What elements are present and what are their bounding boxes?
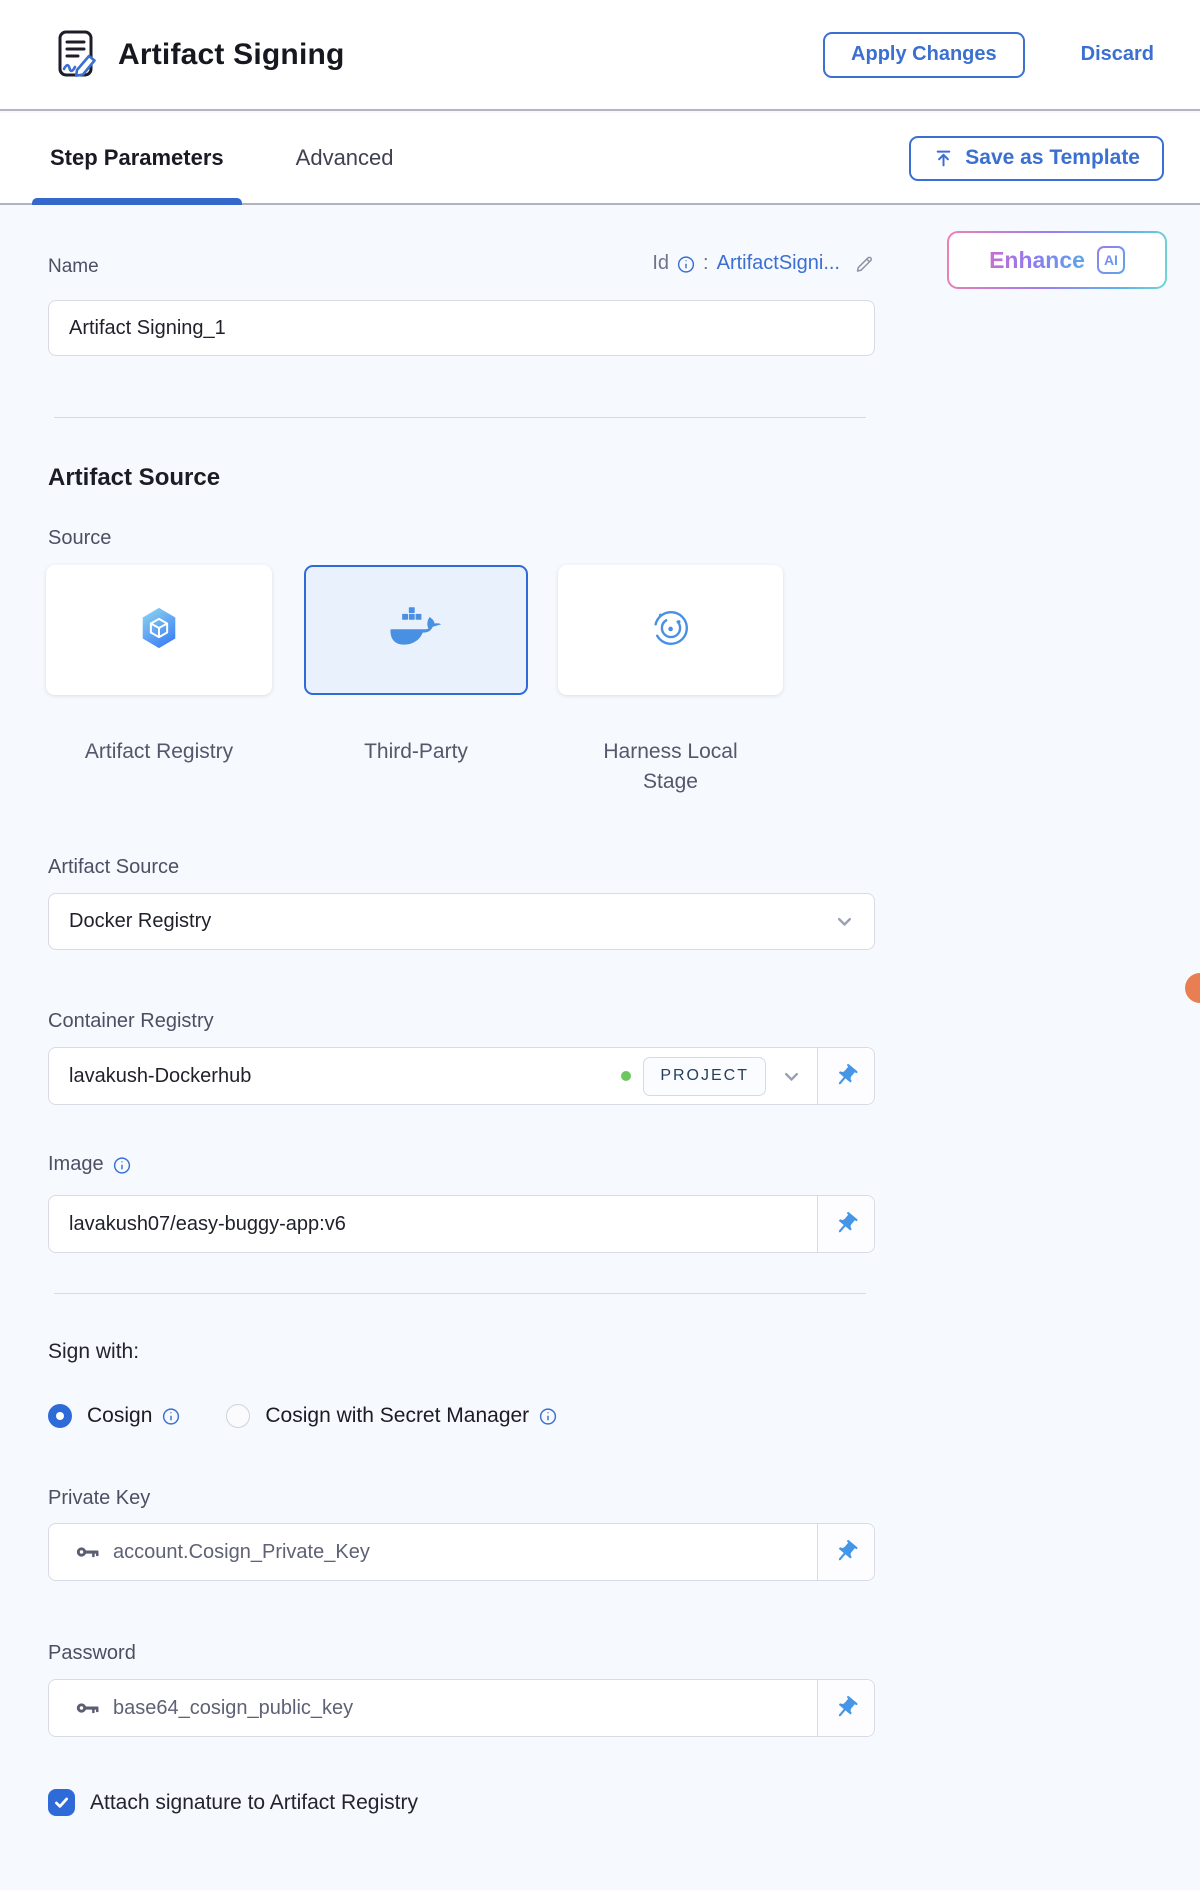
key-icon <box>75 1539 101 1565</box>
name-label: Name <box>48 256 99 278</box>
ai-badge-label: AI <box>1104 252 1118 268</box>
ai-badge-icon: AI <box>1097 246 1125 274</box>
chevron-down-icon <box>835 912 854 931</box>
image-field-group: lavakush07/easy-buggy-app:v6 <box>48 1195 875 1253</box>
step-id-row: Id : ArtifactSigni... <box>652 252 875 275</box>
cosign-info-icon[interactable] <box>162 1407 180 1425</box>
artifact-signing-panel: Artifact Signing Apply Changes Discard S… <box>0 0 1200 1890</box>
tab-advanced-label: Advanced <box>296 145 394 171</box>
private-key-field[interactable]: account.Cosign_Private_Key <box>49 1524 817 1580</box>
pin-input-type-button[interactable] <box>817 1196 874 1252</box>
enhance-ai-button[interactable]: Enhance AI <box>947 231 1167 289</box>
source-card-artifact-registry[interactable] <box>46 565 272 695</box>
artifact-registry-icon <box>136 605 182 656</box>
cosign-secret-manager-info-icon[interactable] <box>539 1407 557 1425</box>
password-field[interactable]: base64_cosign_public_key <box>49 1680 817 1736</box>
image-label: Image <box>48 1153 104 1176</box>
panel-header: Artifact Signing Apply Changes Discard <box>0 0 1200 111</box>
side-notification-dot[interactable] <box>1185 973 1200 1003</box>
pin-input-type-button[interactable] <box>817 1048 874 1104</box>
attach-signature-checkbox[interactable] <box>48 1789 75 1816</box>
page-title: Artifact Signing <box>118 38 345 72</box>
name-input[interactable] <box>49 316 874 341</box>
tab-step-parameters-label: Step Parameters <box>50 145 224 171</box>
pin-input-type-button[interactable] <box>817 1524 874 1580</box>
password-field-group: base64_cosign_public_key <box>48 1679 875 1737</box>
image-value: lavakush07/easy-buggy-app:v6 <box>69 1213 346 1236</box>
harness-local-stage-icon <box>648 605 694 656</box>
artifact-source-dropdown-label: Artifact Source <box>48 856 179 879</box>
card-label-artifact-registry: Artifact Registry <box>46 737 272 767</box>
chevron-down-icon[interactable] <box>782 1067 801 1086</box>
radio-cosign[interactable] <box>48 1404 72 1428</box>
id-info-icon[interactable] <box>677 255 695 273</box>
upload-icon <box>933 148 954 169</box>
radio-cosign-secret-manager-label: Cosign with Secret Manager <box>265 1404 529 1428</box>
docker-icon <box>390 606 442 655</box>
artifact-source-heading: Artifact Source <box>48 464 220 492</box>
pin-input-type-button[interactable] <box>817 1680 874 1736</box>
active-tab-underline <box>32 198 242 205</box>
sign-with-radio-group: Cosign Cosign with Secret Manager <box>48 1404 557 1428</box>
id-label: Id <box>652 252 669 275</box>
save-as-template-label: Save as Template <box>965 146 1140 170</box>
image-info-icon[interactable] <box>113 1156 131 1174</box>
tab-step-parameters[interactable]: Step Parameters <box>50 113 224 203</box>
scope-badge: PROJECT <box>643 1057 766 1096</box>
radio-cosign-secret-manager[interactable] <box>226 1404 250 1428</box>
apply-changes-button[interactable]: Apply Changes <box>823 32 1025 78</box>
artifact-signing-step-icon <box>56 29 100 81</box>
source-card-harness-local-stage[interactable] <box>558 565 783 695</box>
attach-signature-row: Attach signature to Artifact Registry <box>48 1789 418 1816</box>
save-as-template-button[interactable]: Save as Template <box>909 136 1164 181</box>
container-registry-field-group: lavakush-Dockerhub PROJECT <box>48 1047 875 1105</box>
discard-button[interactable]: Discard <box>1075 42 1160 67</box>
id-value-link[interactable]: ArtifactSigni... <box>717 252 840 275</box>
tab-bar: Step Parameters Advanced Save as Templat… <box>0 113 1200 205</box>
divider-1 <box>54 417 866 418</box>
edit-id-icon[interactable] <box>854 253 875 274</box>
radio-cosign-label: Cosign <box>87 1404 152 1428</box>
image-field[interactable]: lavakush07/easy-buggy-app:v6 <box>49 1196 817 1252</box>
card-label-harness-local-stage: Harness Local Stage <box>558 737 783 798</box>
tab-advanced[interactable]: Advanced <box>296 113 394 203</box>
source-card-third-party[interactable] <box>304 565 528 695</box>
container-registry-label: Container Registry <box>48 1010 214 1033</box>
name-input-box <box>48 300 875 356</box>
sign-with-label: Sign with: <box>48 1340 139 1364</box>
source-label: Source <box>48 527 111 550</box>
image-label-row: Image <box>48 1153 131 1176</box>
key-icon <box>75 1695 101 1721</box>
private-key-field-group: account.Cosign_Private_Key <box>48 1523 875 1581</box>
id-separator: : <box>703 252 709 275</box>
password-value: base64_cosign_public_key <box>113 1697 353 1720</box>
artifact-source-select-value: Docker Registry <box>49 910 211 933</box>
container-registry-field[interactable]: lavakush-Dockerhub PROJECT <box>49 1048 817 1104</box>
card-label-third-party: Third-Party <box>304 737 528 767</box>
enhance-ai-inner: Enhance AI <box>949 233 1165 287</box>
divider-2 <box>54 1293 866 1294</box>
private-key-value: account.Cosign_Private_Key <box>113 1541 370 1564</box>
attach-signature-label: Attach signature to Artifact Registry <box>90 1791 418 1815</box>
private-key-label: Private Key <box>48 1487 150 1510</box>
container-registry-value: lavakush-Dockerhub <box>69 1065 251 1088</box>
password-label: Password <box>48 1642 136 1665</box>
enhance-label: Enhance <box>989 247 1085 274</box>
connector-status-dot <box>621 1071 631 1081</box>
artifact-source-select[interactable]: Docker Registry <box>48 893 875 950</box>
